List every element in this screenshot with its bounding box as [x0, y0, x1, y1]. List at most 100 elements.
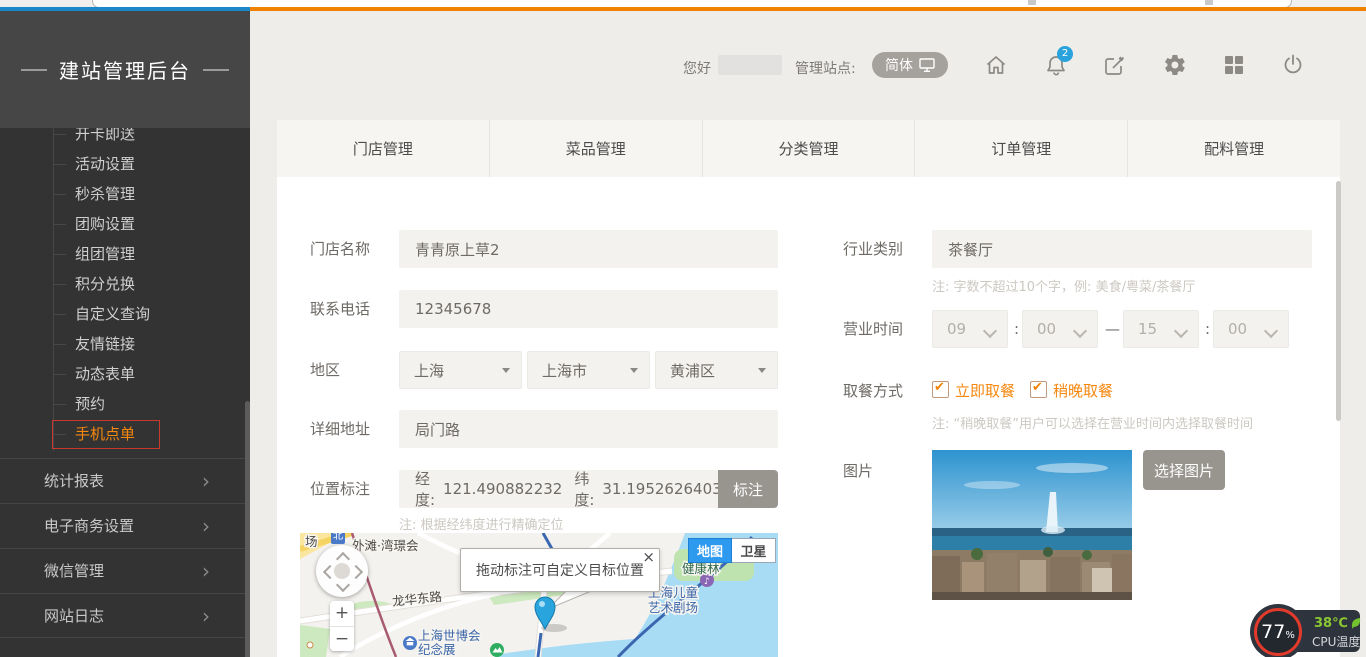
sidebar-header: 建站管理后台 [0, 11, 250, 128]
section-label: 网站日志 [44, 607, 104, 625]
sidebar-section-logs[interactable]: 网站日志 › [0, 593, 250, 638]
chevron-down-icon [983, 324, 997, 338]
apps-grid-icon[interactable] [1222, 53, 1246, 77]
infowindow-text: 拖动标注可自定义目标位置 [476, 560, 644, 580]
sidebar-item-seckill[interactable]: 秒杀管理 [75, 186, 135, 202]
bell-icon[interactable]: 2 [1044, 53, 1068, 77]
address-input[interactable]: 局门路 [399, 410, 778, 448]
cpu-temp-label: CPU温度 [1312, 633, 1360, 650]
username-blurred [718, 55, 782, 75]
sidebar-item-links[interactable]: 友情链接 [75, 336, 135, 352]
sidebar-item-card-gift[interactable]: 开卡即送 [75, 126, 135, 142]
store-photo-preview [932, 450, 1132, 600]
tab-category-management[interactable]: 分类管理 [703, 120, 916, 177]
chevron-down-icon [1174, 324, 1188, 338]
sidebar-item-mobile-order[interactable]: 手机点单 [75, 426, 135, 442]
sidebar-section-ecommerce[interactable]: 电子商务设置 › [0, 503, 250, 548]
map-label-jiankanglin: 健康林 [682, 561, 720, 576]
store-name-input[interactable]: 青青原上草2 [399, 230, 778, 268]
store-photo [932, 450, 1132, 600]
category-note: 注: 字数不超过10个字，例: 美食/粤菜/茶餐厅 [932, 276, 1195, 295]
location-note: 注: 根据经纬度进行精确定位 [399, 514, 564, 533]
chevron-down-icon [1264, 324, 1278, 338]
panel-scrollbar[interactable] [1336, 181, 1341, 421]
map-canvas[interactable]: ♪ 场 外滩·湾璟会 龙华东路 健康林 上海儿童 艺术剧场 上海世博会 纪念展 … [300, 533, 778, 657]
leaf-icon [1351, 618, 1361, 630]
tab-store-management[interactable]: 门店管理 [277, 120, 490, 177]
sidebar-item-dynamic-form[interactable]: 动态表单 [75, 366, 135, 382]
accent-bar-orange [250, 7, 1366, 11]
pickup-later-label[interactable]: 稍晚取餐 [1053, 380, 1113, 401]
map-label-ertong-2: 艺术剧场 [648, 600, 698, 615]
district-select[interactable]: 黄浦区 [655, 351, 778, 389]
map-pan-control[interactable] [316, 545, 368, 597]
close-minute-select[interactable]: 00 [1213, 310, 1289, 348]
open-hour-select[interactable]: 09 [932, 310, 1008, 348]
cpu-usage-percent: 77 [1261, 621, 1285, 643]
map-label-shibo-2: 纪念展 [418, 642, 456, 657]
district-value: 黄浦区 [670, 360, 715, 381]
pickup-now-label[interactable]: 立即取餐 [955, 380, 1015, 401]
chevron-right-icon: › [202, 594, 210, 639]
edit-icon[interactable] [1103, 53, 1127, 77]
tab-bar: 门店管理 菜品管理 分类管理 订单管理 配料管理 [277, 120, 1340, 177]
category-input[interactable]: 茶餐厅 [932, 230, 1312, 268]
tab-ingredient-management[interactable]: 配料管理 [1128, 120, 1340, 177]
pan-down-icon[interactable] [336, 578, 350, 592]
site-label: 管理站点: [795, 58, 856, 78]
close-hour-select[interactable]: 15 [1123, 310, 1199, 348]
menu-tree-line [53, 111, 54, 451]
browser-icon-remnant [1205, 0, 1213, 5]
sidebar-scrollbar[interactable] [245, 401, 250, 657]
pickup-later-checkbox[interactable]: ✔ [1030, 381, 1047, 398]
choose-image-button[interactable]: 选择图片 [1143, 450, 1225, 490]
power-icon[interactable] [1281, 53, 1305, 77]
cpu-temp-value: 38℃ [1314, 616, 1361, 631]
phone-input[interactable]: 12345678 [399, 290, 778, 328]
greeting-text: 您好 [683, 58, 711, 78]
home-icon[interactable] [984, 53, 1008, 77]
city-value: 上海市 [542, 360, 587, 381]
sidebar-item-group-manage[interactable]: 组团管理 [75, 246, 135, 262]
map-label-waitan: 外滩·湾璟会 [352, 538, 419, 553]
gear-icon[interactable] [1163, 53, 1187, 77]
sidebar-section-wechat[interactable]: 微信管理 › [0, 548, 250, 593]
close-icon[interactable]: × [642, 548, 655, 566]
section-label: 电子商务设置 [44, 517, 134, 535]
close-minute-value: 00 [1228, 320, 1247, 338]
language-site-selector[interactable]: 简体 [872, 52, 948, 78]
tab-order-management[interactable]: 订单管理 [915, 120, 1128, 177]
longitude-value: 121.490882232 [443, 480, 562, 498]
category-label: 行业类别 [843, 230, 903, 268]
section-label: 微信管理 [44, 562, 104, 580]
tab-dish-management[interactable]: 菜品管理 [490, 120, 703, 177]
sidebar-item-custom-query[interactable]: 自定义查询 [75, 306, 150, 322]
sidebar-item-activity[interactable]: 活动设置 [75, 156, 135, 172]
zoom-in-button[interactable]: + [330, 601, 354, 627]
pan-right-icon[interactable] [349, 565, 363, 579]
sidebar-item-booking[interactable]: 预约 [75, 396, 105, 412]
cpu-usage-circle[interactable]: 77 % [1250, 604, 1306, 657]
hours-label: 营业时间 [843, 310, 903, 348]
satellite-type-button[interactable]: 卫星 [732, 538, 776, 563]
zoom-out-button[interactable]: − [330, 627, 354, 652]
map-north-badge: 北 [331, 533, 345, 544]
sidebar-item-groupbuy[interactable]: 团购设置 [75, 216, 135, 232]
open-minute-select[interactable]: 00 [1022, 310, 1098, 348]
close-hour-value: 15 [1138, 320, 1157, 338]
map-type-button[interactable]: 地图 [688, 538, 732, 563]
location-input[interactable]: 经度: 121.490882232 纬度: 31.1952626403 [399, 470, 718, 508]
region-label: 地区 [310, 351, 340, 389]
title-dash [203, 69, 229, 71]
sidebar-section-reports[interactable]: 统计报表 › [0, 458, 250, 503]
mark-location-button[interactable]: 标注 [718, 470, 778, 508]
phone-label: 联系电话 [310, 290, 370, 328]
monitor-icon [919, 58, 935, 73]
pickup-now-checkbox[interactable]: ✔ [932, 381, 949, 398]
chevron-right-icon: › [202, 504, 210, 549]
province-select[interactable]: 上海 [399, 351, 522, 389]
open-minute-value: 00 [1037, 320, 1056, 338]
sidebar-item-points[interactable]: 积分兑换 [75, 276, 135, 292]
store-name-label: 门店名称 [310, 230, 370, 268]
city-select[interactable]: 上海市 [527, 351, 650, 389]
